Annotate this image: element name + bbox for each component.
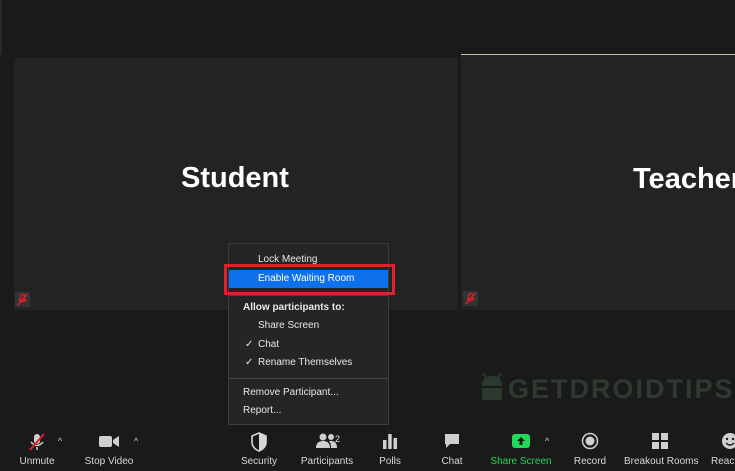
top-bar bbox=[0, 0, 735, 55]
android-logo-icon bbox=[482, 372, 502, 400]
menu-item-label: Share Screen bbox=[258, 320, 320, 331]
participant-name-student: Student bbox=[181, 162, 289, 194]
stop-video-label: Stop Video bbox=[84, 456, 134, 467]
participants-count-badge: 2 bbox=[335, 434, 341, 444]
chat-bubble-icon bbox=[445, 434, 459, 448]
record-label: Record bbox=[573, 456, 607, 467]
share-screen-button[interactable]: Share Screen bbox=[490, 425, 552, 471]
watermark-text: GETDROIDTIPS bbox=[508, 374, 735, 404]
menu-divider bbox=[229, 378, 388, 379]
chat-button[interactable]: Chat bbox=[432, 425, 472, 471]
menu-item-label: Report... bbox=[243, 405, 282, 416]
share-screen-arrow-icon bbox=[512, 434, 530, 448]
breakout-rooms-label: Breakout Rooms bbox=[624, 456, 699, 467]
menu-item-label: Allow participants to: bbox=[243, 302, 345, 313]
checkmark-icon: ✓ bbox=[245, 357, 254, 368]
menu-item-remove-participant[interactable]: Remove Participant... bbox=[229, 384, 388, 402]
shield-icon bbox=[251, 432, 267, 452]
participants-button[interactable]: 2 Participants bbox=[296, 425, 358, 471]
reactions-label: Reacti bbox=[711, 456, 735, 467]
video-options-chevron-up-icon[interactable]: ^ bbox=[134, 436, 138, 446]
share-options-chevron-up-icon[interactable]: ^ bbox=[545, 436, 549, 446]
annotation-highlight-waiting-room bbox=[224, 264, 395, 295]
participant-name-teacher: Teacher bbox=[633, 163, 735, 195]
menu-item-report[interactable]: Report... bbox=[229, 402, 388, 420]
muted-mic-icon bbox=[463, 291, 478, 306]
window-edge bbox=[0, 0, 2, 55]
menu-item-label: Remove Participant... bbox=[243, 387, 339, 398]
menu-item-chat[interactable]: ✓ Chat bbox=[229, 336, 388, 354]
menu-item-rename-themselves[interactable]: ✓ Rename Themselves bbox=[229, 354, 388, 372]
chat-label: Chat bbox=[441, 456, 463, 467]
unmute-label: Unmute bbox=[19, 456, 55, 467]
meeting-toolbar: Unmute ^ Stop Video ^ Security 2 Partici… bbox=[0, 425, 735, 471]
unmute-button[interactable]: Unmute bbox=[12, 425, 62, 471]
participants-label: Participants bbox=[300, 456, 354, 467]
checkmark-icon: ✓ bbox=[245, 339, 254, 350]
security-label: Security bbox=[240, 456, 278, 467]
breakout-rooms-button[interactable]: Breakout Rooms bbox=[624, 425, 699, 471]
muted-mic-icon bbox=[15, 292, 30, 307]
record-button[interactable]: Record bbox=[568, 425, 612, 471]
polls-label: Polls bbox=[379, 456, 401, 467]
smiley-icon bbox=[722, 433, 735, 449]
reactions-button[interactable]: Reacti bbox=[709, 425, 735, 471]
unmute-options-chevron-up-icon[interactable]: ^ bbox=[58, 436, 62, 446]
menu-item-label: Rename Themselves bbox=[258, 357, 353, 368]
security-button[interactable]: Security bbox=[231, 425, 287, 471]
video-camera-icon bbox=[99, 436, 119, 447]
record-icon bbox=[581, 432, 599, 450]
menu-divider bbox=[229, 295, 388, 296]
bar-chart-icon bbox=[383, 434, 397, 449]
menu-item-share-screen[interactable]: Share Screen bbox=[229, 317, 388, 335]
breakout-rooms-grid-icon bbox=[652, 433, 668, 449]
menu-header-allow-participants: Allow participants to: bbox=[229, 299, 388, 317]
polls-button[interactable]: Polls bbox=[370, 425, 410, 471]
stop-video-button[interactable]: Stop Video bbox=[80, 425, 138, 471]
menu-item-label: Chat bbox=[258, 339, 280, 350]
muted-mic-icon bbox=[29, 433, 45, 451]
share-screen-label: Share Screen bbox=[490, 456, 552, 467]
video-tile-teacher[interactable]: Teacher bbox=[461, 54, 735, 310]
